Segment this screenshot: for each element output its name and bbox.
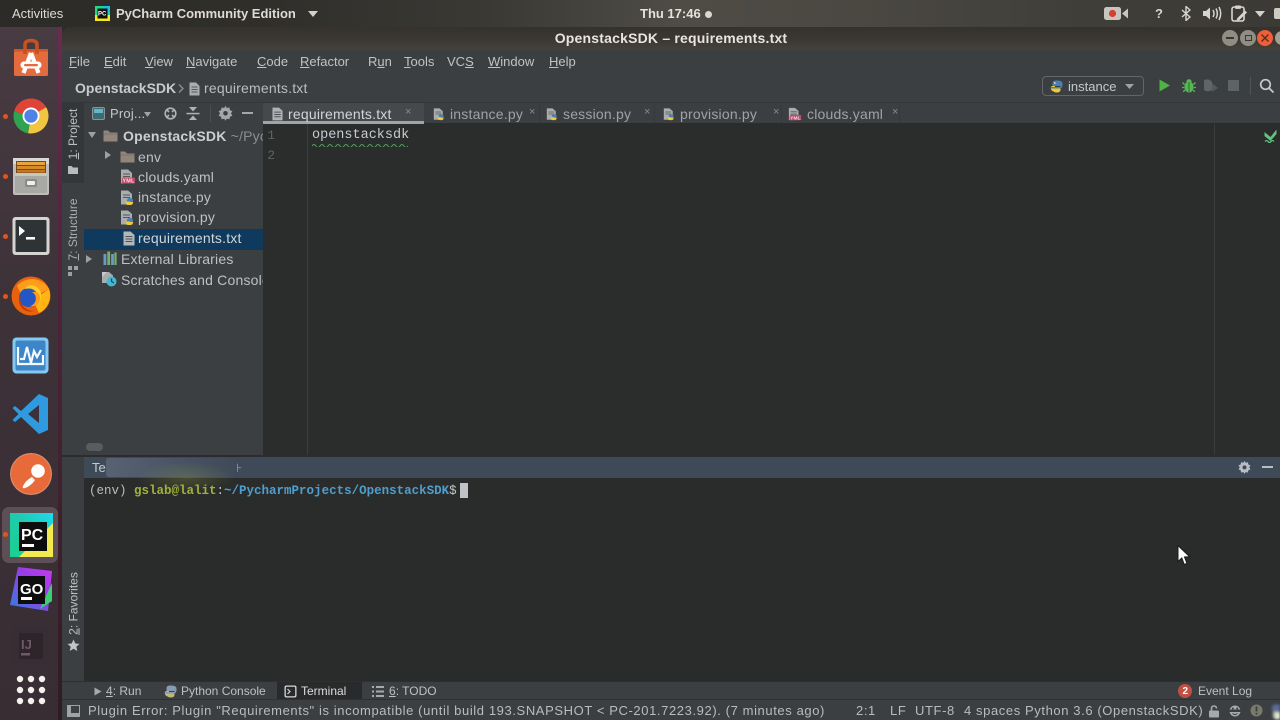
svg-text:PC: PC [21,527,44,544]
svg-text:YML: YML [122,179,135,184]
svg-text:PC: PC [98,12,107,18]
svg-text:GO: GO [20,581,44,598]
svg-text:YML: YML [790,115,801,121]
svg-text:IJ: IJ [21,637,32,652]
